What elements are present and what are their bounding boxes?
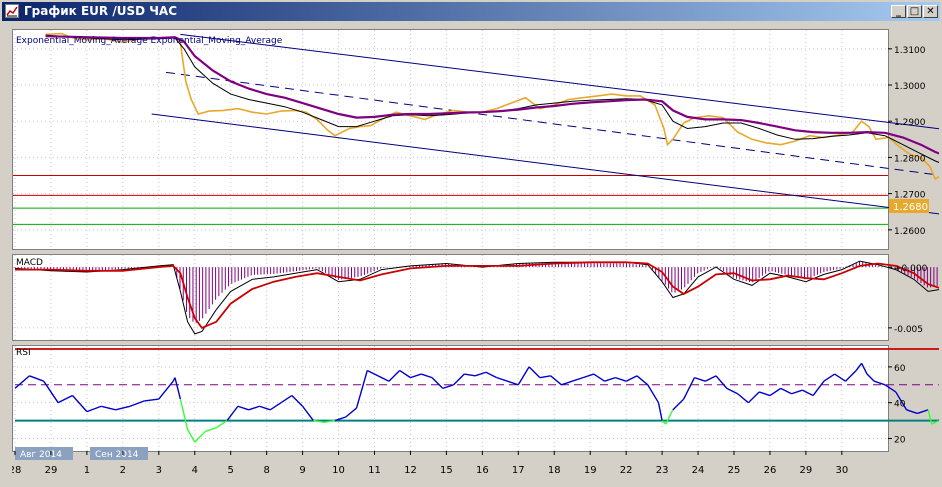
xtick-label: 9: [299, 465, 305, 476]
chart-area[interactable]: Exponential_Moving_Average Exponential_M…: [12, 29, 939, 485]
xtick-label: 30: [835, 465, 848, 476]
xtick-label: 26: [764, 465, 777, 476]
ytick-label: -0.005: [894, 325, 923, 335]
ytick-label: 1.2600: [894, 227, 926, 237]
xtick-label: 11: [368, 465, 381, 476]
chart-app-icon: [5, 4, 19, 18]
ytick-label: 60: [894, 364, 906, 374]
xtick-label: 25: [728, 465, 741, 476]
ytick-label: 1.3000: [894, 82, 926, 92]
rsi-segment: [917, 409, 929, 415]
xtick-label: 17: [512, 465, 525, 476]
close-button[interactable]: ✕: [923, 5, 938, 18]
ytick-label: +0.000: [894, 264, 928, 274]
main-indicator-title: Exponential_Moving_Average Exponential_M…: [16, 36, 283, 46]
xtick-label: 1: [84, 465, 90, 476]
xtick-label: 28: [12, 465, 21, 476]
month-label-sep: Сен 2014: [95, 450, 139, 460]
window-title: График EUR /USD ЧАС: [24, 4, 178, 18]
xtick-label: 29: [45, 465, 58, 476]
xtick-label: 12: [404, 465, 417, 476]
ytick-label: 20: [894, 435, 906, 445]
minimize-button[interactable]: _: [891, 5, 906, 18]
xtick-label: 2: [120, 465, 126, 476]
ytick-label: 40: [894, 400, 906, 410]
ytick-label: 1.2900: [894, 118, 926, 128]
xtick-label: 16: [476, 465, 489, 476]
xtick-label: 4: [192, 465, 198, 476]
current-price-label: 1.2680: [893, 202, 928, 213]
xtick-label: 24: [692, 465, 705, 476]
main-panel: [12, 29, 889, 250]
rsi-title: RSI: [16, 348, 31, 358]
month-label-aug: Авг 2014: [20, 450, 62, 460]
xtick-label: 15: [440, 465, 453, 476]
xtick-label: 5: [228, 465, 234, 476]
xtick-label: 23: [656, 465, 669, 476]
xtick-label: 10: [332, 465, 345, 476]
xtick-label: 18: [548, 465, 561, 476]
chart-window: График EUR /USD ЧАС _ □ ✕ Exponential_Mo…: [0, 0, 942, 487]
rsi-panel: [12, 345, 889, 452]
xtick-label: 29: [800, 465, 813, 476]
restore-button[interactable]: □: [907, 5, 922, 18]
rsi-yticks: 60 40 20: [888, 364, 906, 445]
ytick-label: 1.3100: [894, 46, 926, 56]
xtick-label: 3: [156, 465, 162, 476]
title-bar[interactable]: График EUR /USD ЧАС _ □ ✕: [2, 2, 940, 21]
xtick-label: 8: [263, 465, 269, 476]
xtick-label: 22: [620, 465, 633, 476]
ytick-label: 1.2800: [894, 154, 926, 164]
macd-title: MACD: [16, 258, 43, 268]
xtick-label: 19: [584, 465, 597, 476]
rsi-segment: [927, 409, 933, 425]
rsi-segment: [906, 409, 918, 415]
